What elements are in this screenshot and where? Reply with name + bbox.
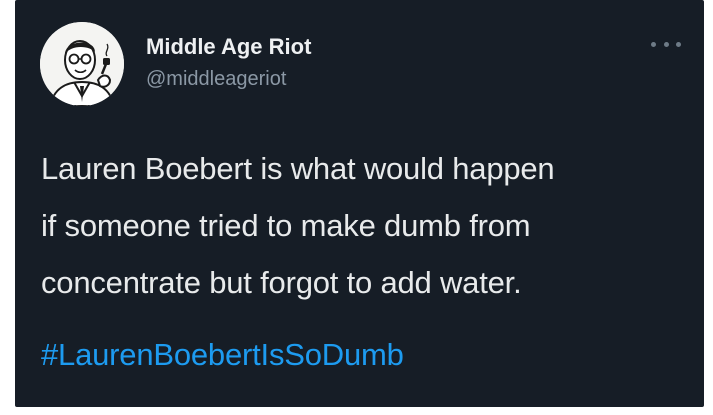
more-dot	[663, 41, 669, 47]
display-name[interactable]: Middle Age Riot	[146, 34, 311, 60]
tweet-text-line: concentrate but forgot to add water.	[41, 265, 522, 300]
tweet-text: Lauren Boebert is what would happen if s…	[41, 140, 691, 311]
user-handle[interactable]: @middleageriot	[146, 68, 286, 91]
tweet-card: Middle Age Riot @middleageriot Lauren Bo…	[15, 0, 704, 407]
tweet-text-line: if someone tried to make dumb from	[41, 208, 531, 243]
more-dot	[676, 41, 681, 47]
avatar-illustration-icon	[40, 22, 124, 106]
more-dot	[651, 41, 656, 47]
avatar[interactable]	[40, 22, 124, 106]
more-horizontal-icon[interactable]	[651, 36, 681, 52]
hashtag-link[interactable]: #LaurenBoebertIsSoDumb	[41, 326, 404, 383]
tweet-text-line: Lauren Boebert is what would happen	[41, 151, 555, 186]
